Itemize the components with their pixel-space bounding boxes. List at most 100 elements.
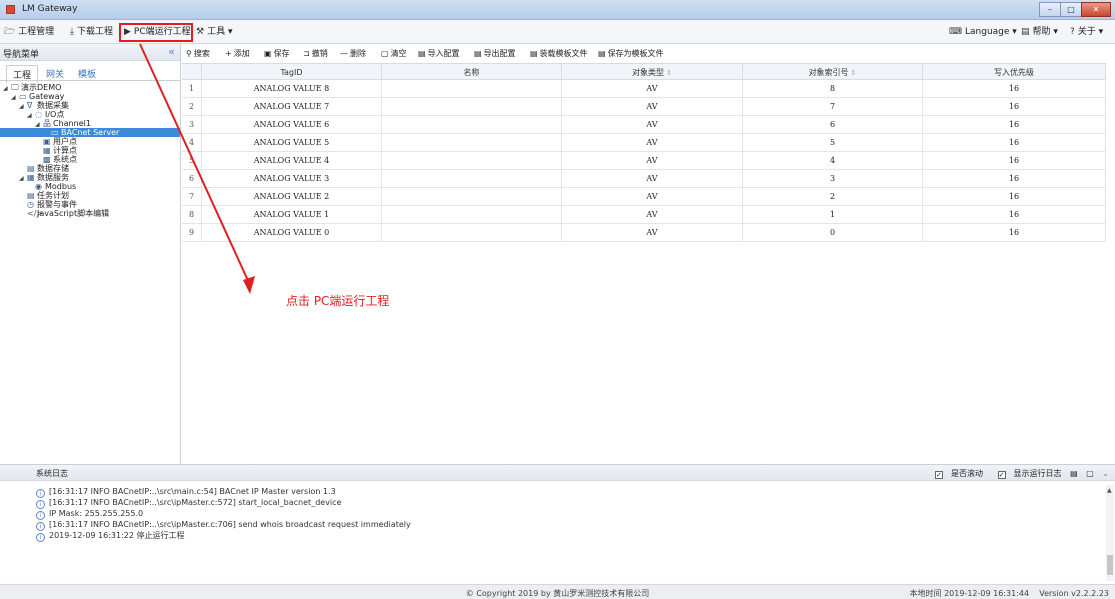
write-priority-cell[interactable]: 16 bbox=[923, 98, 1106, 115]
log-scrollbar[interactable]: ▲ bbox=[1106, 485, 1114, 581]
object-type-cell[interactable]: AV bbox=[562, 98, 743, 115]
tree-item-系统点[interactable]: ▩ 系统点 bbox=[0, 155, 180, 164]
object-type-cell[interactable]: AV bbox=[562, 170, 743, 187]
tagid-cell[interactable]: ANALOG VALUE 5 bbox=[202, 134, 382, 151]
table-row[interactable]: 5 ANALOG VALUE 4 AV 4 16 bbox=[182, 152, 1106, 170]
object-type-cell[interactable]: AV bbox=[562, 188, 743, 205]
tree-item-计算点[interactable]: ▦ 计算点 bbox=[0, 146, 180, 155]
save-button[interactable]: ▣ 保存 bbox=[264, 48, 290, 59]
tree-item-任务计划[interactable]: ▤ 任务计划 bbox=[0, 191, 180, 200]
header-object-index[interactable]: 对象索引号 ⇕ bbox=[743, 64, 923, 79]
tree-item-数据存储[interactable]: ▤ 数据存储 bbox=[0, 164, 180, 173]
table-row[interactable]: 1 ANALOG VALUE 8 AV 8 16 bbox=[182, 80, 1106, 98]
write-priority-cell[interactable]: 16 bbox=[923, 206, 1106, 223]
menu-about[interactable]: ? 关于 ▾ bbox=[1070, 25, 1103, 40]
object-type-cell[interactable]: AV bbox=[562, 152, 743, 169]
header-object-type[interactable]: 对象类型 ⇕ bbox=[562, 64, 743, 79]
tagid-cell[interactable]: ANALOG VALUE 8 bbox=[202, 80, 382, 97]
show-run-log-checkbox[interactable]: ✓ 显示运行日志 bbox=[992, 469, 1062, 479]
name-cell[interactable] bbox=[382, 224, 562, 241]
search-button[interactable]: ⚲ 搜索 bbox=[186, 48, 210, 59]
tab-template[interactable]: 模板 bbox=[72, 65, 102, 84]
load-template-button[interactable]: ▤ 装载模板文件 bbox=[530, 48, 588, 59]
object-type-cell[interactable]: AV bbox=[562, 224, 743, 241]
tree-item-modbus[interactable]: ◉ Modbus bbox=[0, 182, 180, 191]
menu-help[interactable]: ▤ 帮助 ▾ bbox=[1021, 25, 1058, 40]
object-type-cell[interactable]: AV bbox=[562, 206, 743, 223]
object-index-cell[interactable]: 8 bbox=[743, 80, 923, 97]
menu-download-project[interactable]: ⤓ 下载工程 bbox=[70, 25, 113, 40]
name-cell[interactable] bbox=[382, 98, 562, 115]
menu-tools[interactable]: ⚒ 工具 ▾ bbox=[196, 25, 233, 40]
tagid-cell[interactable]: ANALOG VALUE 6 bbox=[202, 116, 382, 133]
log-clear-icon[interactable]: ▢ bbox=[1086, 469, 1094, 478]
tree-item-channel1[interactable]: ◢ 品 Channel1 bbox=[0, 119, 180, 128]
tree-item-gateway[interactable]: ◢ ▭ Gateway bbox=[0, 92, 180, 101]
table-row[interactable]: 3 ANALOG VALUE 6 AV 6 16 bbox=[182, 116, 1106, 134]
table-row[interactable]: 2 ANALOG VALUE 7 AV 7 16 bbox=[182, 98, 1106, 116]
write-priority-cell[interactable]: 16 bbox=[923, 224, 1106, 241]
table-row[interactable]: 7 ANALOG VALUE 2 AV 2 16 bbox=[182, 188, 1106, 206]
object-type-cell[interactable]: AV bbox=[562, 116, 743, 133]
tagid-cell[interactable]: ANALOG VALUE 1 bbox=[202, 206, 382, 223]
object-type-cell[interactable]: AV bbox=[562, 80, 743, 97]
maximize-button[interactable]: □ bbox=[1060, 2, 1082, 17]
object-index-cell[interactable]: 2 bbox=[743, 188, 923, 205]
scroll-up-icon[interactable]: ▲ bbox=[1107, 487, 1112, 494]
clear-button[interactable]: ▢ 清空 bbox=[381, 48, 407, 59]
write-priority-cell[interactable]: 16 bbox=[923, 80, 1106, 97]
tree-item-数据采集[interactable]: ◢ ∇ 数据采集 bbox=[0, 101, 180, 110]
write-priority-cell[interactable]: 16 bbox=[923, 170, 1106, 187]
tab-gateway[interactable]: 网关 bbox=[40, 65, 70, 84]
autoscroll-checkbox[interactable]: ✓ 是否滚动 bbox=[929, 469, 983, 479]
name-cell[interactable] bbox=[382, 152, 562, 169]
header-write-priority[interactable]: 写入优先级 bbox=[923, 64, 1106, 79]
tagid-cell[interactable]: ANALOG VALUE 4 bbox=[202, 152, 382, 169]
add-button[interactable]: + 添加 bbox=[225, 48, 250, 59]
tree-item-报警与事件[interactable]: ◷ 报警与事件 bbox=[0, 200, 180, 209]
write-priority-cell[interactable]: 16 bbox=[923, 116, 1106, 133]
name-cell[interactable] bbox=[382, 116, 562, 133]
export-config-button[interactable]: ▤ 导出配置 bbox=[474, 48, 516, 59]
tagid-cell[interactable]: ANALOG VALUE 3 bbox=[202, 170, 382, 187]
table-row[interactable]: 9 ANALOG VALUE 0 AV 0 16 bbox=[182, 224, 1106, 242]
object-index-cell[interactable]: 5 bbox=[743, 134, 923, 151]
tree-item-用户点[interactable]: ▣ 用户点 bbox=[0, 137, 180, 146]
log-save-icon[interactable]: ▤ bbox=[1070, 469, 1078, 478]
table-row[interactable]: 4 ANALOG VALUE 5 AV 5 16 bbox=[182, 134, 1106, 152]
name-cell[interactable] bbox=[382, 80, 562, 97]
name-cell[interactable] bbox=[382, 134, 562, 151]
object-index-cell[interactable]: 7 bbox=[743, 98, 923, 115]
name-cell[interactable] bbox=[382, 188, 562, 205]
tree-item-i-o点[interactable]: ◢ ◌ I/O点 bbox=[0, 110, 180, 119]
undo-button[interactable]: ⊐ 撤销 bbox=[303, 48, 328, 59]
menu-project-management[interactable]: 🗁 工程管理 bbox=[4, 25, 54, 40]
menu-language[interactable]: ⌨ Language ▾ bbox=[949, 25, 1017, 40]
tree-item-bacnet-server[interactable]: ▭ BACnet Server bbox=[0, 128, 180, 137]
object-index-cell[interactable]: 0 bbox=[743, 224, 923, 241]
tree-item-javascript脚本编辑[interactable]: </>JavaScript脚本编辑 bbox=[0, 209, 180, 218]
name-cell[interactable] bbox=[382, 206, 562, 223]
table-row[interactable]: 8 ANALOG VALUE 1 AV 1 16 bbox=[182, 206, 1106, 224]
object-type-cell[interactable]: AV bbox=[562, 134, 743, 151]
tab-project[interactable]: 工程 bbox=[6, 65, 39, 84]
header-tagid[interactable]: TagID bbox=[202, 64, 382, 79]
write-priority-cell[interactable]: 16 bbox=[923, 152, 1106, 169]
tagid-cell[interactable]: ANALOG VALUE 0 bbox=[202, 224, 382, 241]
tagid-cell[interactable]: ANALOG VALUE 2 bbox=[202, 188, 382, 205]
object-index-cell[interactable]: 6 bbox=[743, 116, 923, 133]
write-priority-cell[interactable]: 16 bbox=[923, 134, 1106, 151]
name-cell[interactable] bbox=[382, 170, 562, 187]
object-index-cell[interactable]: 4 bbox=[743, 152, 923, 169]
minimize-button[interactable]: – bbox=[1039, 2, 1061, 17]
scroll-thumb[interactable] bbox=[1107, 555, 1113, 575]
collapse-icon[interactable]: « bbox=[168, 45, 175, 58]
import-config-button[interactable]: ▤ 导入配置 bbox=[418, 48, 460, 59]
tree-item-数据服务[interactable]: ◢ ▦ 数据服务 bbox=[0, 173, 180, 182]
header-name[interactable]: 名称 bbox=[382, 64, 562, 79]
delete-button[interactable]: — 删除 bbox=[340, 48, 366, 59]
tree-item-演示demo[interactable]: ◢ 🖵 演示DEMO bbox=[0, 83, 180, 92]
object-index-cell[interactable]: 1 bbox=[743, 206, 923, 223]
write-priority-cell[interactable]: 16 bbox=[923, 188, 1106, 205]
table-row[interactable]: 6 ANALOG VALUE 3 AV 3 16 bbox=[182, 170, 1106, 188]
